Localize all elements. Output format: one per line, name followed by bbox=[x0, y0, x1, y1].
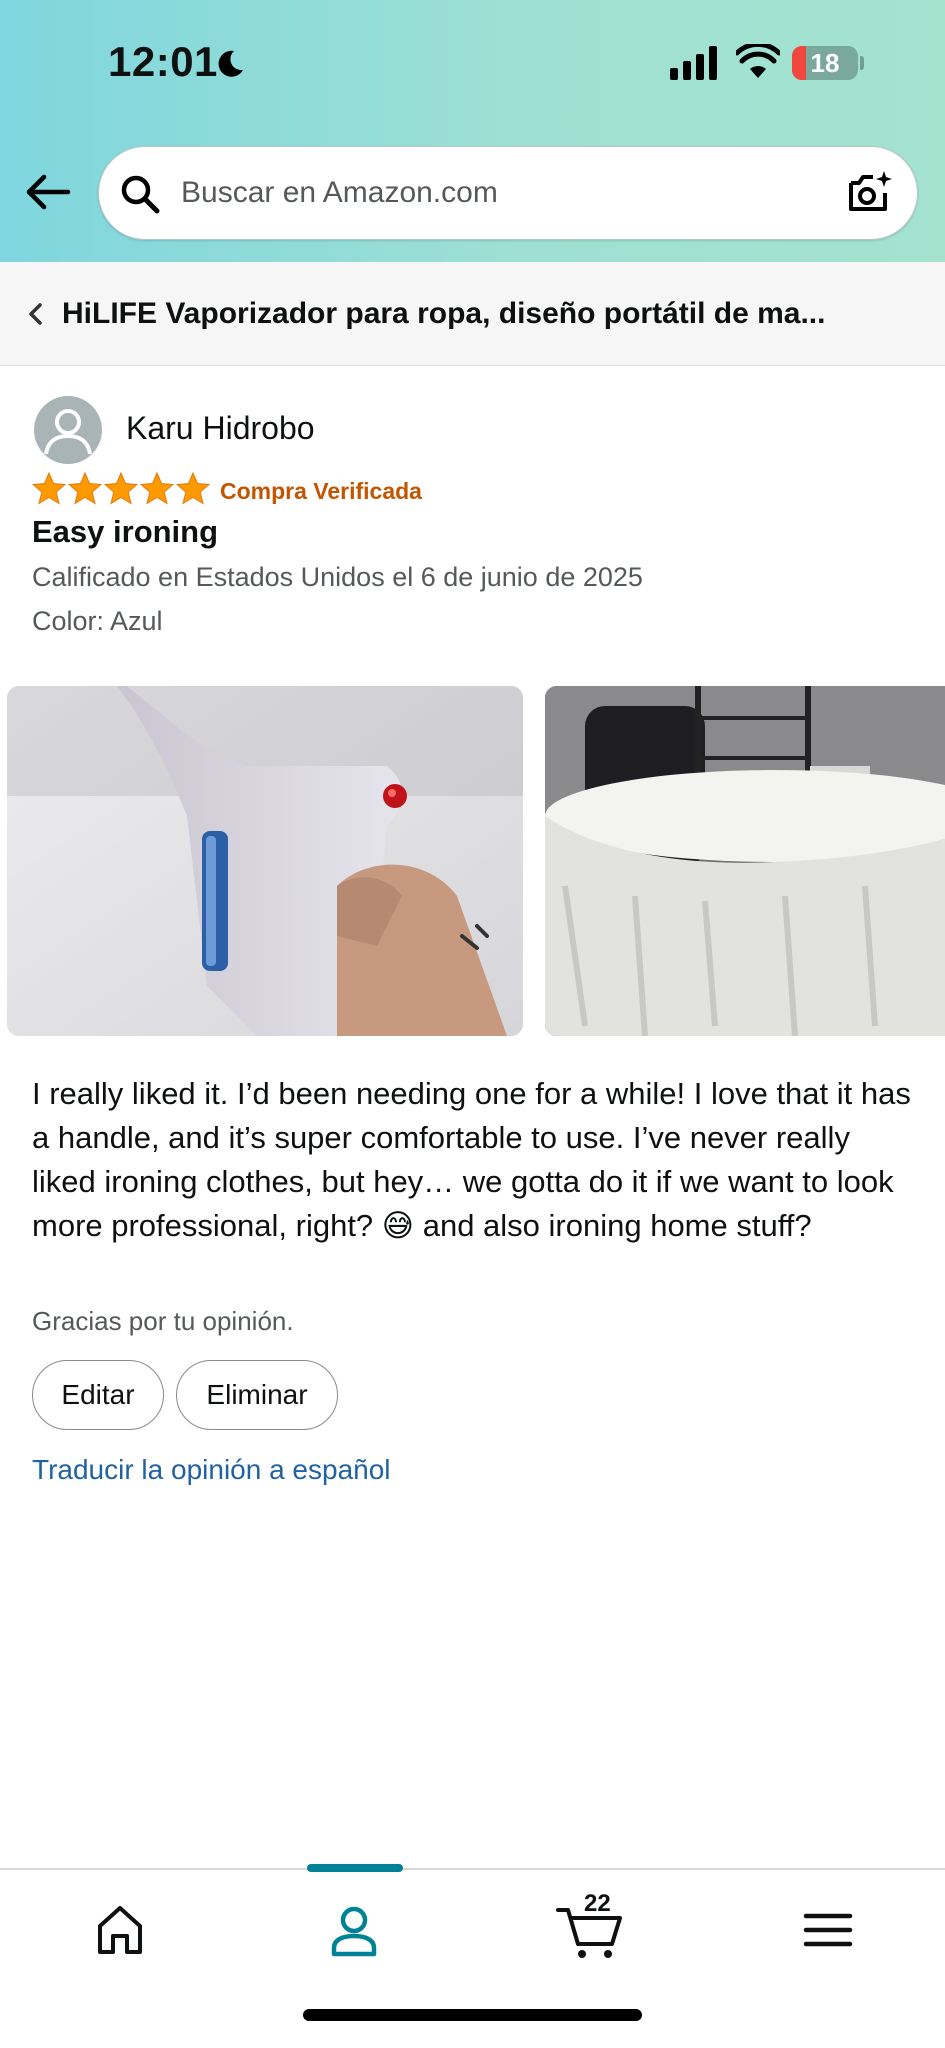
wifi-icon bbox=[736, 44, 780, 78]
active-tab-indicator bbox=[307, 1864, 403, 1872]
camera-search-icon[interactable] bbox=[845, 169, 893, 217]
edit-button[interactable]: Editar bbox=[32, 1360, 164, 1430]
status-time: 12:01 bbox=[108, 38, 218, 85]
star-rating bbox=[32, 472, 210, 508]
review-variant-color: Color: Azul bbox=[32, 606, 163, 636]
star-icon bbox=[176, 472, 210, 505]
bottom-navigation: 22 bbox=[0, 1864, 945, 2048]
delete-button[interactable]: Eliminar bbox=[176, 1360, 338, 1430]
avatar bbox=[34, 396, 102, 464]
home-indicator[interactable] bbox=[303, 2009, 642, 2021]
translate-review-link[interactable]: Traducir la opinión a español bbox=[32, 1454, 391, 1486]
star-icon bbox=[68, 472, 102, 505]
back-arrow-icon[interactable] bbox=[24, 172, 72, 212]
review-photo-tablecloth[interactable] bbox=[545, 686, 945, 1036]
review-text: I really liked it. I’d been needing one … bbox=[32, 1076, 911, 1243]
battery-level: 18 bbox=[810, 47, 840, 78]
tablecloth-photo-image bbox=[545, 686, 945, 1036]
battery-indicator: 18 bbox=[792, 46, 858, 80]
chevron-left-icon bbox=[29, 303, 42, 325]
account-icon[interactable] bbox=[324, 1900, 384, 1960]
star-icon bbox=[140, 472, 174, 505]
search-icon bbox=[121, 175, 160, 214]
battery-nub bbox=[860, 56, 864, 70]
star-icon bbox=[32, 472, 66, 505]
user-silhouette-icon bbox=[44, 409, 92, 455]
app-header: 12:01 18 bbox=[0, 0, 945, 262]
verified-purchase-badge: Compra Verificada bbox=[220, 478, 422, 504]
star-icon bbox=[104, 472, 138, 505]
search-bar[interactable] bbox=[98, 146, 918, 240]
product-title[interactable]: HiLIFE Vaporizador para ropa, diseño por… bbox=[62, 262, 922, 366]
product-link-bar[interactable]: HiLIFE Vaporizador para ropa, diseño por… bbox=[0, 262, 945, 366]
reviewer-name[interactable]: Karu Hidrobo bbox=[126, 410, 315, 447]
review-photo-steamer[interactable] bbox=[7, 686, 523, 1036]
steamer-photo-image bbox=[7, 686, 523, 1036]
thanks-message: Gracias por tu opinión. bbox=[32, 1306, 294, 1336]
review-date: Calificado en Estados Unidos el 6 de jun… bbox=[32, 562, 643, 592]
home-icon[interactable] bbox=[90, 1900, 150, 1960]
review-title: Easy ironing bbox=[32, 514, 219, 549]
cellular-signal-icon bbox=[670, 46, 717, 80]
menu-icon[interactable] bbox=[798, 1900, 858, 1960]
search-input[interactable] bbox=[181, 147, 821, 239]
cart-count-badge: 22 bbox=[584, 1890, 611, 1917]
moon-icon bbox=[218, 50, 243, 77]
